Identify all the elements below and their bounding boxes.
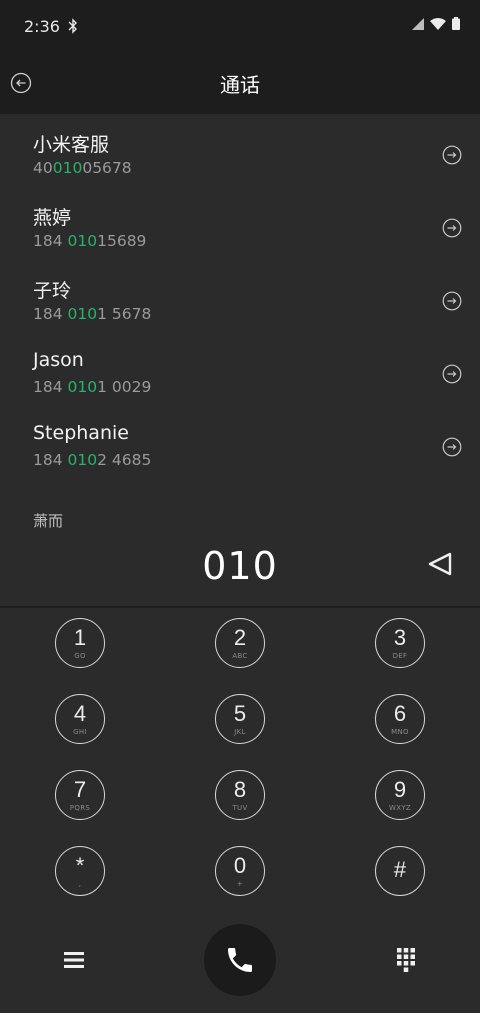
key-7[interactable]: 7 PQRS [55, 770, 105, 820]
circle-arrow-right-icon[interactable] [442, 437, 462, 457]
battery-icon [452, 17, 460, 30]
key-digit: 8 [233, 776, 247, 802]
bottom-bar [0, 918, 480, 1013]
page-title: 通话 [220, 72, 260, 97]
key-digit: 7 [73, 776, 87, 802]
contact-number: 184 0101 0029 [33, 378, 152, 396]
contact-name: 燕婷 [33, 207, 72, 229]
dialpad-grid-icon[interactable] [394, 946, 418, 972]
dialpad: 1 GO 2 ABC 3 DEF 4 GHI 5 JKL 6 MNO 7 PQR… [0, 608, 480, 918]
key-digit: 3 [393, 624, 407, 650]
key-digit: * [75, 852, 85, 878]
backspace-triangle-icon[interactable] [426, 550, 454, 578]
contact-number: 184 0101 5678 [33, 305, 152, 323]
key-digit: # [393, 856, 407, 882]
key-star[interactable]: * , [55, 846, 105, 896]
key-9[interactable]: 9 WXYZ [375, 770, 425, 820]
header: 通话 [0, 52, 480, 114]
key-letters: GO [74, 651, 86, 660]
contact-name: 小米客服 [33, 134, 110, 156]
key-5[interactable]: 5 JKL [215, 694, 265, 744]
key-6[interactable]: 6 MNO [375, 694, 425, 744]
contact-row[interactable]: Jason 184 0101 0029 [0, 333, 480, 406]
key-digit: 1 [73, 624, 87, 650]
circle-arrow-right-icon[interactable] [442, 145, 462, 165]
key-3[interactable]: 3 DEF [375, 618, 425, 668]
key-0[interactable]: 0 + [215, 846, 265, 896]
contact-number: 184 0102 4685 [33, 451, 152, 469]
contact-number: 184 01015689 [33, 232, 147, 250]
key-digit: 2 [233, 624, 247, 650]
contact-name: Stephanie [33, 422, 129, 444]
contact-name-partial[interactable]: 萧而 [33, 510, 63, 528]
contact-row[interactable]: 小米客服 4001005678 [0, 114, 480, 187]
dial-input-bar: 010 [0, 528, 480, 608]
key-digit: 0 [233, 852, 247, 878]
key-digit: 5 [233, 700, 247, 726]
bluetooth-icon [68, 18, 77, 34]
key-letters: TUV [232, 803, 248, 812]
contact-number: 4001005678 [33, 159, 132, 177]
key-letters: + [236, 879, 244, 888]
wifi-icon [430, 17, 446, 30]
hamburger-menu-icon[interactable] [62, 948, 86, 972]
status-bar: 2:36 [0, 0, 480, 52]
status-time: 2:36 [24, 16, 60, 36]
key-digit: 6 [393, 700, 407, 726]
contact-list[interactable]: 小米客服 4001005678 燕婷 184 01015689 子玲 184 0… [0, 114, 480, 528]
key-8[interactable]: 8 TUV [215, 770, 265, 820]
key-digit: 9 [393, 776, 407, 802]
contact-row[interactable]: Stephanie 184 0102 4685 [0, 406, 480, 479]
circle-arrow-right-icon[interactable] [442, 364, 462, 384]
key-letters: JKL [234, 727, 246, 736]
call-button[interactable] [204, 924, 276, 996]
contact-name: Jason [33, 349, 84, 371]
key-hash[interactable]: # [375, 846, 425, 896]
key-letters: WXYZ [389, 803, 411, 812]
contact-row[interactable]: 燕婷 184 01015689 [0, 187, 480, 260]
key-letters: , [78, 879, 82, 888]
contact-row[interactable]: 子玲 184 0101 5678 [0, 260, 480, 333]
circle-arrow-right-icon[interactable] [442, 291, 462, 311]
key-letters: MNO [391, 727, 409, 736]
key-letters: PQRS [69, 803, 91, 812]
key-digit: 4 [73, 700, 87, 726]
contact-name: 子玲 [33, 280, 72, 302]
key-letters: ABC [232, 651, 248, 660]
phone-icon [228, 948, 252, 972]
signal-icon [412, 17, 424, 30]
circle-arrow-right-icon[interactable] [442, 218, 462, 238]
key-1[interactable]: 1 GO [55, 618, 105, 668]
back-arrow-icon[interactable] [10, 72, 32, 94]
key-4[interactable]: 4 GHI [55, 694, 105, 744]
dialed-number[interactable]: 010 [0, 544, 480, 588]
key-2[interactable]: 2 ABC [215, 618, 265, 668]
key-letters: DEF [392, 651, 408, 660]
key-letters: GHI [73, 727, 87, 736]
